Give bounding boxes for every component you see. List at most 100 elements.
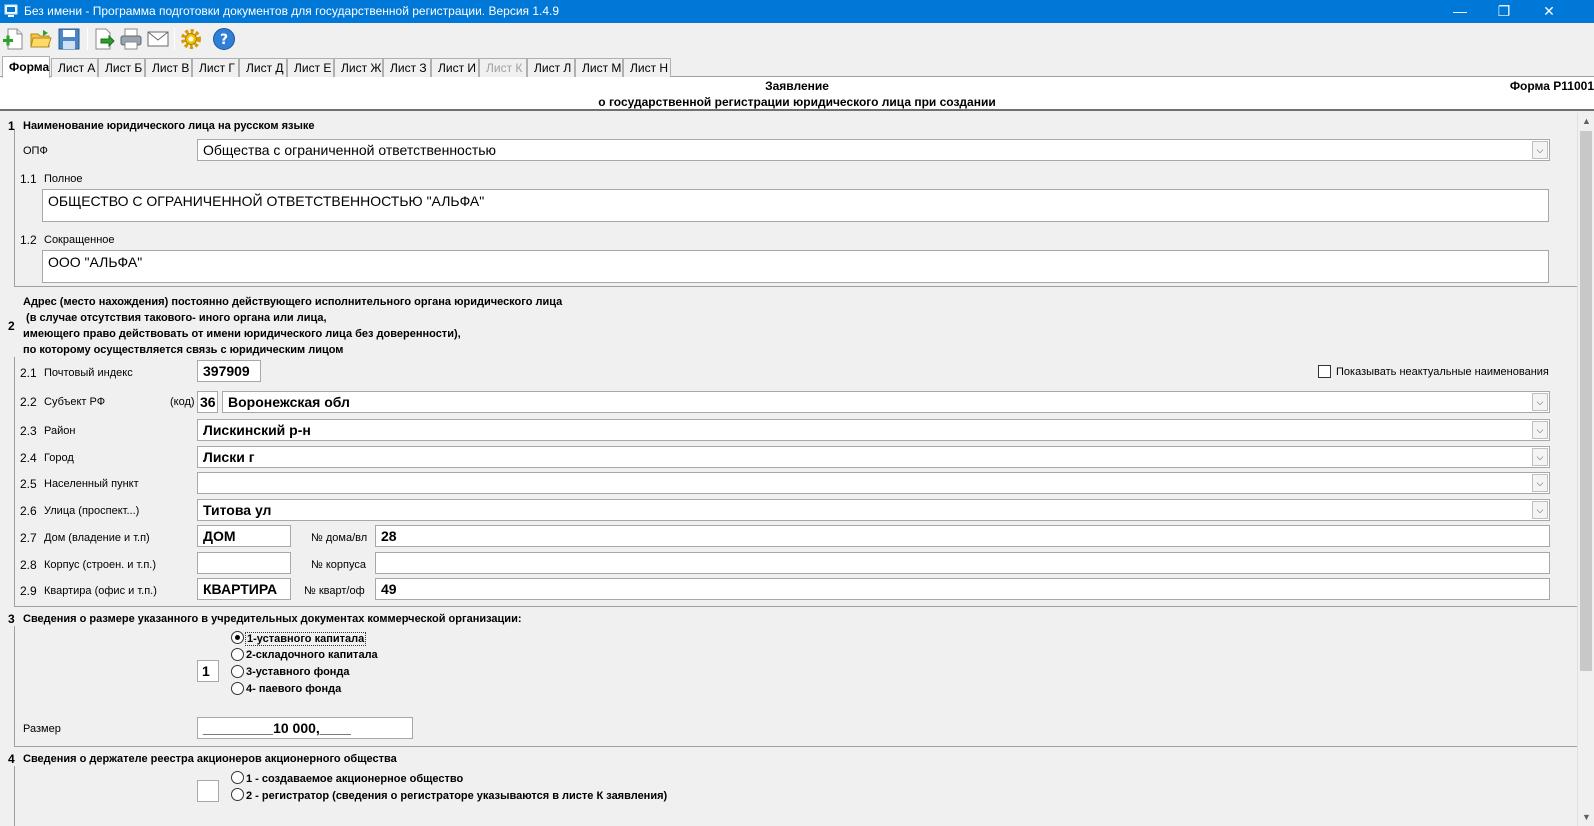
vertical-scrollbar[interactable]: ▲ ▼	[1577, 113, 1594, 826]
capital-type-label-3[interactable]: 3-уставного фонда	[246, 666, 350, 678]
chevron-down-icon[interactable]: ⌵	[1532, 448, 1548, 466]
minimize-button[interactable]: —	[1438, 0, 1482, 23]
tab-list-n[interactable]: Лист Н	[623, 58, 671, 77]
form-content: 1 Наименование юридического лица на русс…	[0, 113, 1577, 826]
chevron-down-icon[interactable]: ⌵	[1532, 421, 1548, 439]
capital-size-field[interactable]: _________10 000,____	[197, 717, 413, 739]
house-number: 2.7	[20, 531, 37, 545]
full-name-label: Полное	[44, 173, 83, 185]
city-label: Город	[44, 452, 74, 464]
street-label: Улица (проспект...)	[44, 505, 140, 517]
tab-list-v[interactable]: Лист В	[145, 58, 192, 77]
tab-list-l[interactable]: Лист Л	[527, 58, 575, 77]
tab-list-g[interactable]: Лист Г	[192, 58, 239, 77]
capital-type-radio-3[interactable]	[231, 665, 244, 678]
house-label: Дом (владение и т.п)	[44, 532, 150, 544]
toolbar: ?	[0, 23, 1594, 55]
form-name: Форма Р11001	[1509, 79, 1594, 93]
open-button[interactable]	[28, 26, 54, 52]
capital-type-label-1[interactable]: 1-уставного капитала	[245, 632, 367, 646]
subject-select[interactable]: Воронежская обл ⌵	[222, 391, 1550, 413]
full-name-field[interactable]: ОБЩЕСТВО С ОГРАНИЧЕННОЙ ОТВЕТСТВЕННОСТЬЮ…	[42, 189, 1549, 222]
tab-list-b[interactable]: Лист Б	[98, 58, 145, 77]
district-select[interactable]: Лискинский р-н ⌵	[197, 419, 1550, 441]
scroll-up-icon[interactable]: ▲	[1578, 113, 1594, 130]
building-no-field[interactable]	[375, 552, 1550, 574]
street-number: 2.6	[20, 504, 37, 518]
postal-number: 2.1	[20, 366, 37, 380]
close-button[interactable]: ✕	[1527, 0, 1571, 23]
chevron-down-icon[interactable]: ⌵	[1532, 474, 1548, 492]
capital-type-radio-2[interactable]	[231, 648, 244, 661]
capital-type-radio-1[interactable]	[231, 631, 244, 644]
short-name-number: 1.2	[20, 233, 37, 247]
form-subtitle: о государственной регистрации юридическо…	[598, 95, 996, 109]
capital-type-code-field[interactable]: 1	[197, 660, 219, 682]
tab-list-z[interactable]: Лист З	[383, 58, 431, 77]
house-type-field[interactable]: ДОМ	[197, 525, 291, 547]
subject-value: Воронежская обл	[228, 394, 350, 410]
form-title: Заявление	[765, 79, 829, 93]
subject-code-label: (код)	[170, 396, 195, 408]
tab-forma[interactable]: Форма	[2, 56, 50, 78]
opf-select[interactable]: Общества с ограниченной ответственностью…	[197, 139, 1550, 161]
section2-title-line1: Адрес (место нахождения) постоянно дейст…	[23, 296, 563, 308]
print-button[interactable]	[118, 26, 144, 52]
new-document-icon	[3, 28, 23, 50]
new-document-button[interactable]	[1, 26, 27, 52]
subject-code-field[interactable]: 36	[197, 391, 218, 413]
settlement-select[interactable]: ⌵	[197, 472, 1550, 494]
subject-number: 2.2	[20, 395, 37, 409]
help-button[interactable]: ?	[211, 26, 237, 52]
registry-holder-code-field[interactable]	[197, 780, 219, 802]
chevron-down-icon[interactable]: ⌵	[1532, 393, 1548, 411]
registry-holder-radio-2[interactable]	[231, 788, 244, 801]
district-number: 2.3	[20, 424, 37, 438]
registry-holder-label-1[interactable]: 1 - создаваемое акционерное общество	[246, 773, 463, 785]
tab-list-zh[interactable]: Лист Ж	[334, 58, 383, 77]
short-name-field[interactable]: ООО "АЛЬФА"	[42, 250, 1549, 283]
settings-button[interactable]	[178, 26, 204, 52]
section2-title-line3: имеющего право действовать от имени юрид…	[23, 328, 461, 340]
postal-code-field[interactable]: 397909	[197, 360, 261, 382]
house-no-label: № дома/вл	[311, 532, 368, 544]
city-number: 2.4	[20, 451, 37, 465]
settings-gear-icon	[181, 29, 201, 49]
registry-holder-label-2[interactable]: 2 - регистратор (сведения о регистраторе…	[246, 790, 667, 802]
building-type-field[interactable]	[197, 552, 291, 574]
capital-type-label-2[interactable]: 2-складочного капитала	[246, 649, 378, 661]
scroll-down-icon[interactable]: ▼	[1578, 809, 1594, 826]
street-select[interactable]: Титова ул ⌵	[197, 499, 1550, 521]
save-button[interactable]	[56, 26, 82, 52]
district-label: Район	[44, 425, 76, 437]
registry-holder-radio-1[interactable]	[231, 771, 244, 784]
capital-type-radio-4[interactable]	[231, 682, 244, 695]
tab-list-a[interactable]: Лист А	[51, 58, 98, 77]
tab-list-k[interactable]: Лист К	[479, 58, 527, 77]
section1-number: 1	[8, 119, 15, 133]
maximize-button[interactable]: ❐	[1482, 0, 1526, 23]
apartment-number: 2.9	[20, 584, 37, 598]
apartment-no-field[interactable]: 49	[375, 578, 1550, 600]
section4-title: Сведения о держателе реестра акционеров …	[23, 753, 397, 765]
opf-value: Общества с ограниченной ответственностью	[203, 142, 497, 158]
form-header: Заявление о государственной регистрации …	[0, 77, 1594, 111]
email-button[interactable]	[145, 26, 171, 52]
export-button[interactable]	[91, 26, 117, 52]
city-select[interactable]: Лиски г ⌵	[197, 446, 1550, 468]
capital-type-label-4[interactable]: 4- паевого фонда	[246, 683, 341, 695]
app-icon	[4, 4, 18, 17]
tab-list-e[interactable]: Лист Е	[287, 58, 334, 77]
tab-list-m[interactable]: Лист М	[575, 58, 623, 77]
tab-list-i[interactable]: Лист И	[431, 58, 479, 77]
section2-title-line4: по которому осуществляется связь с юриди…	[23, 344, 344, 356]
apartment-type-field[interactable]: КВАРТИРА	[197, 578, 291, 600]
show-inactive-checkbox[interactable]	[1318, 365, 1331, 378]
tab-list-d[interactable]: Лист Д	[239, 58, 287, 77]
section2-number: 2	[8, 319, 15, 333]
scroll-thumb[interactable]	[1580, 131, 1592, 671]
chevron-down-icon[interactable]: ⌵	[1532, 141, 1548, 159]
chevron-down-icon[interactable]: ⌵	[1532, 501, 1548, 519]
building-label: Корпус (строен. и т.п.)	[44, 559, 157, 571]
house-no-field[interactable]: 28	[375, 525, 1550, 547]
